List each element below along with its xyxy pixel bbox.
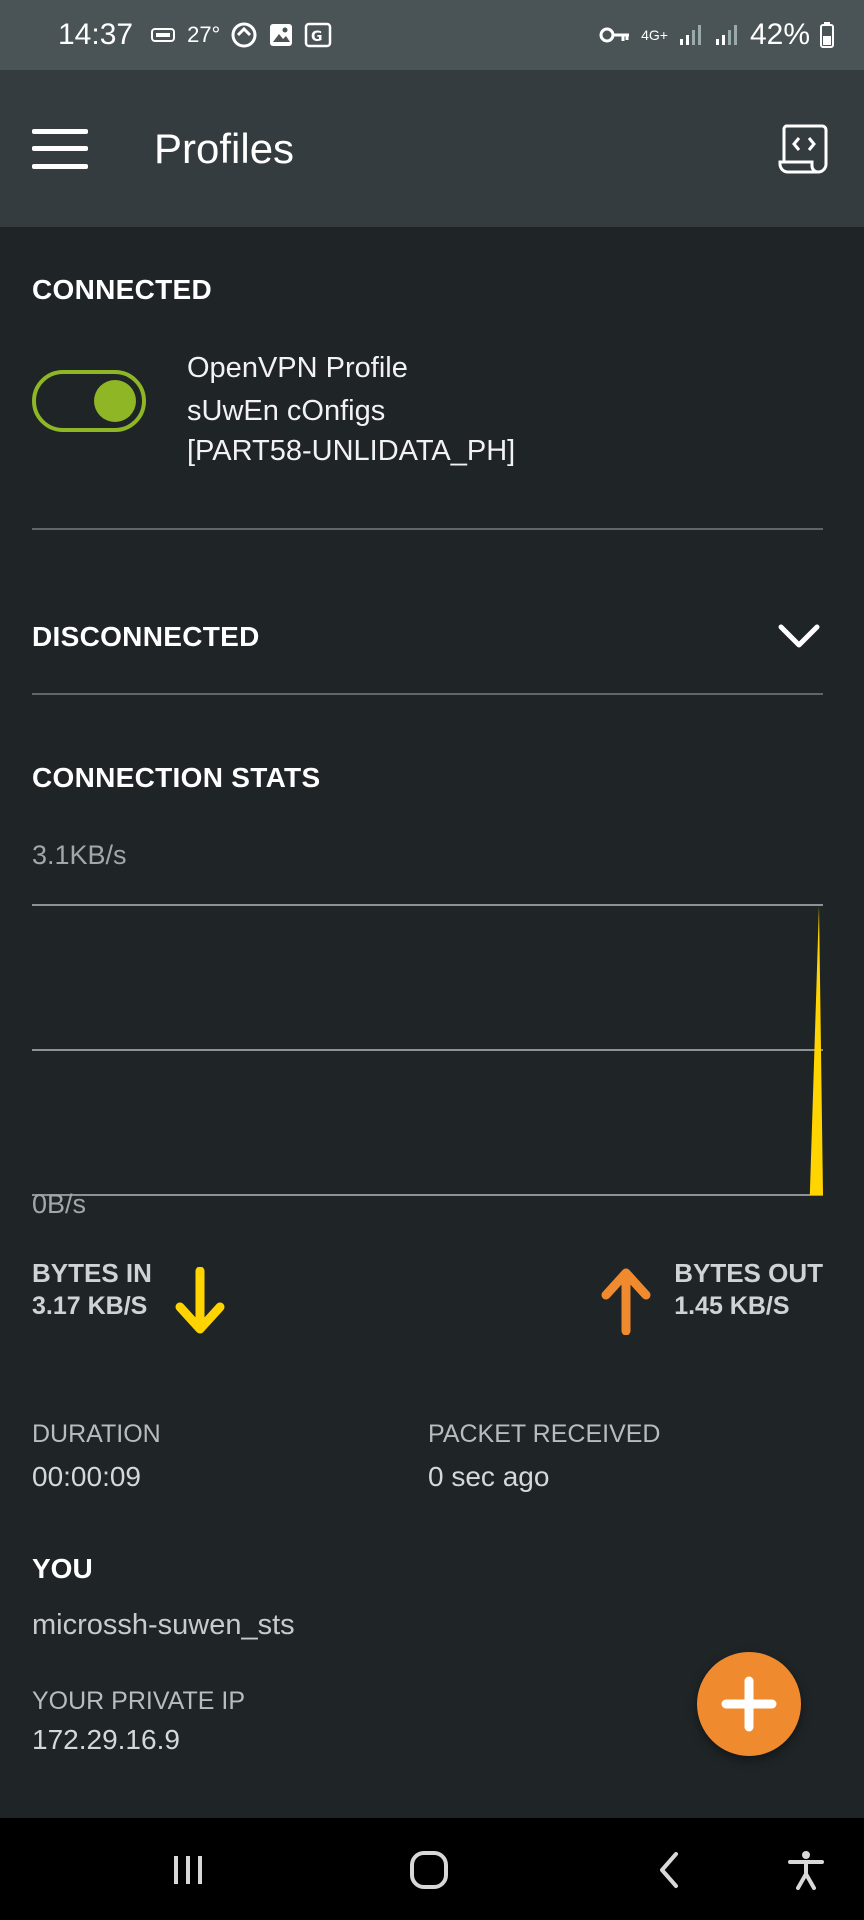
sync-icon <box>230 21 258 49</box>
status-time: 14:37 <box>58 18 134 51</box>
profile-name-line2: [PART58-UNLIDATA_PH] <box>187 435 516 467</box>
section-disconnected[interactable]: DISCONNECTED <box>32 597 823 677</box>
gallery-icon <box>268 22 294 48</box>
private-ip: YOUR PRIVATE IP 172.29.16.9 <box>32 1687 245 1756</box>
profile-name-line1: sUwEn cOnfigs <box>187 395 386 427</box>
private-ip-label: YOUR PRIVATE IP <box>32 1687 246 1715</box>
duration-value: 00:00:09 <box>32 1461 141 1492</box>
status-bar: 14:37 27° G 4G+ 42% <box>0 0 864 70</box>
packet-received-label: PACKET RECEIVED <box>428 1420 661 1448</box>
chevron-down-icon <box>778 624 820 648</box>
file-code-icon <box>778 124 828 173</box>
network-type: 4G+ <box>641 27 668 43</box>
status-right: 4G+ 42% <box>599 18 834 52</box>
profile-toggle[interactable] <box>32 370 146 432</box>
page-title: Profiles <box>154 124 295 172</box>
status-left: 14:37 27° G <box>58 18 332 52</box>
divider <box>32 528 823 530</box>
plus-icon <box>721 1676 777 1732</box>
translate-icon: G <box>304 22 332 48</box>
home-icon <box>410 1851 448 1889</box>
divider <box>32 693 823 695</box>
bytes-out-value: 1.45 KB/S <box>674 1292 790 1320</box>
chart-max-label: 3.1KB/s <box>32 840 127 870</box>
system-nav-bar <box>0 1818 864 1920</box>
packet-received: PACKET RECEIVED 0 sec ago <box>428 1420 660 1493</box>
toggle-knob <box>94 380 136 422</box>
bytes-in-label: BYTES IN <box>32 1258 152 1288</box>
bytes-out-label: BYTES OUT <box>674 1258 823 1288</box>
bytes-out: BYTES OUT 1.45 KB/S <box>600 1257 823 1335</box>
section-connection-stats: CONNECTION STATS <box>32 762 321 793</box>
packet-received-value: 0 sec ago <box>428 1461 550 1492</box>
back-button[interactable] <box>642 1842 698 1898</box>
menu-icon <box>32 128 88 134</box>
signal-icon-2 <box>714 23 740 47</box>
recent-apps-button[interactable] <box>160 1842 216 1898</box>
user-name: microssh-suwen_sts <box>32 1609 295 1641</box>
arrow-down-icon <box>175 1267 225 1334</box>
connection-stats-chart <box>32 904 823 1196</box>
battery-saver-icon <box>151 27 177 43</box>
import-profile-button[interactable] <box>774 120 832 178</box>
signal-icon <box>678 23 704 47</box>
battery-percent: 42% <box>749 18 810 51</box>
section-you: YOU <box>32 1553 93 1584</box>
accessibility-icon <box>788 1851 824 1890</box>
status-temperature: 27° <box>187 22 221 47</box>
recent-apps-icon <box>174 1856 202 1884</box>
accessibility-button[interactable] <box>778 1842 834 1898</box>
profile-type: OpenVPN Profile <box>187 352 408 384</box>
home-button[interactable] <box>401 1842 457 1898</box>
arrow-up-icon <box>601 1268 651 1335</box>
profile-row[interactable]: OpenVPN Profile sUwEn cOnfigs [PART58-UN… <box>32 345 823 467</box>
menu-button[interactable] <box>32 128 88 169</box>
app-bar: Profiles <box>0 70 864 227</box>
svg-text:G: G <box>311 29 323 45</box>
chart-min-label: 0B/s <box>32 1189 87 1219</box>
battery-icon <box>820 22 834 48</box>
vpn-key-icon <box>599 25 631 45</box>
private-ip-value: 172.29.16.9 <box>32 1724 180 1755</box>
duration-label: DURATION <box>32 1420 161 1448</box>
bytes-in: BYTES IN 3.17 KB/S <box>32 1257 226 1335</box>
section-disconnected-label: DISCONNECTED <box>32 621 260 652</box>
section-connected: CONNECTED <box>32 274 213 305</box>
bytes-in-value: 3.17 KB/S <box>32 1292 148 1320</box>
back-icon <box>660 1852 678 1888</box>
duration: DURATION 00:00:09 <box>32 1420 161 1493</box>
profile-info: OpenVPN Profile sUwEn cOnfigs [PART58-UN… <box>187 345 515 471</box>
add-profile-button[interactable] <box>697 1652 801 1756</box>
